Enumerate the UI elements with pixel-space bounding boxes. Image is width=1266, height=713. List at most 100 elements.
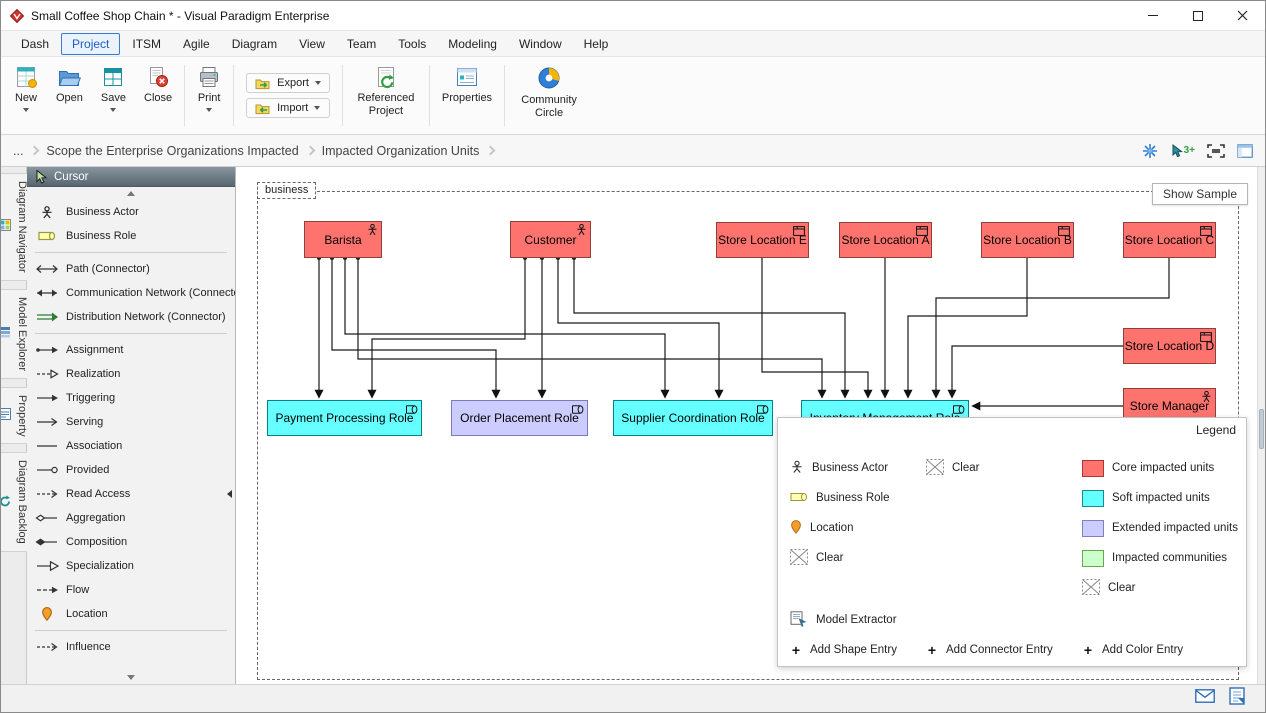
add-color-entry-button[interactable]: +Add Color Entry bbox=[1082, 640, 1183, 660]
pointer-collaborators-button[interactable]: 3+ bbox=[1171, 144, 1195, 158]
maximize-button[interactable] bbox=[1175, 1, 1220, 30]
menu-view[interactable]: View bbox=[289, 34, 335, 54]
menu-agile[interactable]: Agile bbox=[173, 34, 220, 54]
community-circle-button[interactable]: Community Circle bbox=[508, 59, 590, 132]
menu-dash[interactable]: Dash bbox=[11, 34, 59, 54]
location-icon bbox=[35, 607, 59, 621]
flow-icon bbox=[35, 584, 59, 596]
close-button[interactable] bbox=[1220, 1, 1265, 30]
new-button[interactable]: New bbox=[5, 59, 47, 132]
node-supplier-coordination-role[interactable]: Supplier Coordination Role bbox=[613, 400, 773, 436]
vertical-scrollbar[interactable] bbox=[1257, 167, 1265, 684]
node-barista[interactable]: Barista bbox=[304, 221, 382, 258]
layout-diagram-button[interactable] bbox=[1141, 142, 1159, 160]
tab-property[interactable]: Property bbox=[1, 387, 30, 445]
close-project-icon bbox=[146, 65, 170, 89]
save-button[interactable]: Save bbox=[92, 59, 135, 132]
title-bar: Small Coffee Shop Chain * - Visual Parad… bbox=[1, 1, 1265, 31]
palette-item-business-role[interactable]: Business Role bbox=[27, 224, 235, 248]
diagram-canvas[interactable]: business Show Sample bbox=[236, 167, 1265, 684]
panel-layout-button[interactable] bbox=[1237, 144, 1253, 158]
node-order-placement-role[interactable]: Order Placement Role bbox=[451, 400, 588, 436]
tab-model-explorer[interactable]: Model Explorer bbox=[1, 289, 30, 379]
breadcrumb-item-current[interactable]: Impacted Organization Units bbox=[322, 144, 480, 158]
tab-diagram-backlog[interactable]: Diagram Backlog bbox=[1, 452, 30, 552]
export-dropdown-icon[interactable] bbox=[315, 81, 321, 85]
node-store-location-d[interactable]: Store Location D bbox=[1123, 328, 1216, 364]
node-payment-processing-role[interactable]: Payment Processing Role bbox=[267, 400, 422, 436]
report-icon bbox=[1229, 687, 1245, 705]
palette-item-read-access[interactable]: Read Access bbox=[27, 482, 235, 506]
palette-item-specialization[interactable]: Specialization bbox=[27, 554, 235, 578]
palette-item-aggregation[interactable]: Aggregation bbox=[27, 506, 235, 530]
model-extractor-button[interactable]: Model Extractor bbox=[790, 610, 897, 630]
node-store-location-c[interactable]: Store Location C bbox=[1123, 222, 1216, 258]
print-dropdown-icon[interactable] bbox=[206, 108, 212, 112]
node-store-location-a[interactable]: Store Location A bbox=[839, 222, 932, 258]
open-button[interactable]: Open bbox=[47, 59, 92, 132]
minimize-button[interactable] bbox=[1130, 1, 1175, 30]
connector-customer-supplier bbox=[558, 258, 719, 397]
boundary-label: business bbox=[257, 182, 316, 199]
palette-scroll-down[interactable] bbox=[27, 671, 235, 684]
palette-item-business-actor[interactable]: Business Actor bbox=[27, 200, 235, 224]
specialization-icon bbox=[35, 560, 59, 572]
palette-scroll-up[interactable] bbox=[27, 187, 235, 200]
show-sample-button[interactable]: Show Sample bbox=[1152, 183, 1248, 205]
palette-item-cursor[interactable]: Cursor bbox=[27, 167, 235, 187]
palette-item-serving[interactable]: Serving bbox=[27, 410, 235, 434]
breadcrumb-item[interactable]: Scope the Enterprise Organizations Impac… bbox=[46, 144, 298, 158]
palette-item-realization[interactable]: Realization bbox=[27, 362, 235, 386]
palette-item-location[interactable]: Location bbox=[27, 602, 235, 626]
side-tab-strip: Diagram Navigator Model Explorer Propert… bbox=[1, 167, 27, 684]
palette-item-flow[interactable]: Flow bbox=[27, 578, 235, 602]
fit-to-window-icon bbox=[1207, 144, 1225, 158]
menu-bar: Dash Project ITSM Agile Diagram View Tea… bbox=[1, 31, 1265, 57]
palette-item-provided[interactable]: Provided bbox=[27, 458, 235, 482]
scrollbar-thumb[interactable] bbox=[1259, 409, 1264, 449]
import-button[interactable]: Import bbox=[246, 98, 330, 118]
menu-project[interactable]: Project bbox=[61, 33, 120, 55]
fit-to-window-button[interactable] bbox=[1207, 144, 1225, 158]
menu-window[interactable]: Window bbox=[509, 34, 572, 54]
import-dropdown-icon[interactable] bbox=[314, 106, 320, 110]
legend-entry-core-impacted: Core impacted units bbox=[1082, 458, 1214, 478]
palette-item-assignment[interactable]: Assignment bbox=[27, 338, 235, 362]
node-customer[interactable]: Customer bbox=[510, 221, 591, 258]
palette-item-association[interactable]: Association bbox=[27, 434, 235, 458]
palette-separator bbox=[35, 630, 227, 631]
save-dropdown-icon[interactable] bbox=[110, 108, 116, 112]
add-connector-entry-button[interactable]: +Add Connector Entry bbox=[926, 640, 1053, 660]
toolbar: New Open Save Close Print Export bbox=[1, 57, 1265, 135]
properties-button[interactable]: Properties bbox=[433, 59, 501, 132]
breadcrumb-ellipsis[interactable]: ... bbox=[13, 144, 23, 158]
menu-modeling[interactable]: Modeling bbox=[438, 34, 507, 54]
connector-store-d-inventory bbox=[952, 346, 1123, 397]
export-button[interactable]: Export bbox=[246, 73, 330, 93]
tab-diagram-navigator[interactable]: Diagram Navigator bbox=[1, 173, 30, 281]
menu-diagram[interactable]: Diagram bbox=[222, 34, 287, 54]
message-button[interactable] bbox=[1195, 689, 1215, 708]
print-button[interactable]: Print bbox=[188, 59, 230, 132]
menu-tools[interactable]: Tools bbox=[388, 34, 436, 54]
close-project-button[interactable]: Close bbox=[135, 59, 181, 132]
new-dropdown-icon[interactable] bbox=[23, 108, 29, 112]
palette-item-influence[interactable]: Influence bbox=[27, 635, 235, 659]
palette-item-communication-network[interactable]: Communication Network (Connector) bbox=[27, 281, 235, 305]
palette-item-distribution-network[interactable]: Distribution Network (Connector) bbox=[27, 305, 235, 329]
node-store-location-e[interactable]: Store Location E bbox=[716, 222, 809, 258]
breadcrumb: ... Scope the Enterprise Organizations I… bbox=[1, 135, 1265, 167]
palette-item-path-connector[interactable]: Path (Connector) bbox=[27, 257, 235, 281]
palette-item-composition[interactable]: Composition bbox=[27, 530, 235, 554]
report-button[interactable] bbox=[1229, 687, 1245, 710]
flyout-arrow-icon[interactable] bbox=[227, 490, 232, 498]
menu-team[interactable]: Team bbox=[337, 34, 386, 54]
palette-item-triggering[interactable]: Triggering bbox=[27, 386, 235, 410]
menu-itsm[interactable]: ITSM bbox=[122, 34, 171, 54]
plus-icon: + bbox=[926, 642, 938, 658]
pointer-icon bbox=[1171, 144, 1183, 158]
add-shape-entry-button[interactable]: +Add Shape Entry bbox=[790, 640, 897, 660]
node-store-location-b[interactable]: Store Location B bbox=[981, 222, 1074, 258]
referenced-project-button[interactable]: Referenced Project bbox=[346, 59, 426, 132]
menu-help[interactable]: Help bbox=[574, 34, 619, 54]
